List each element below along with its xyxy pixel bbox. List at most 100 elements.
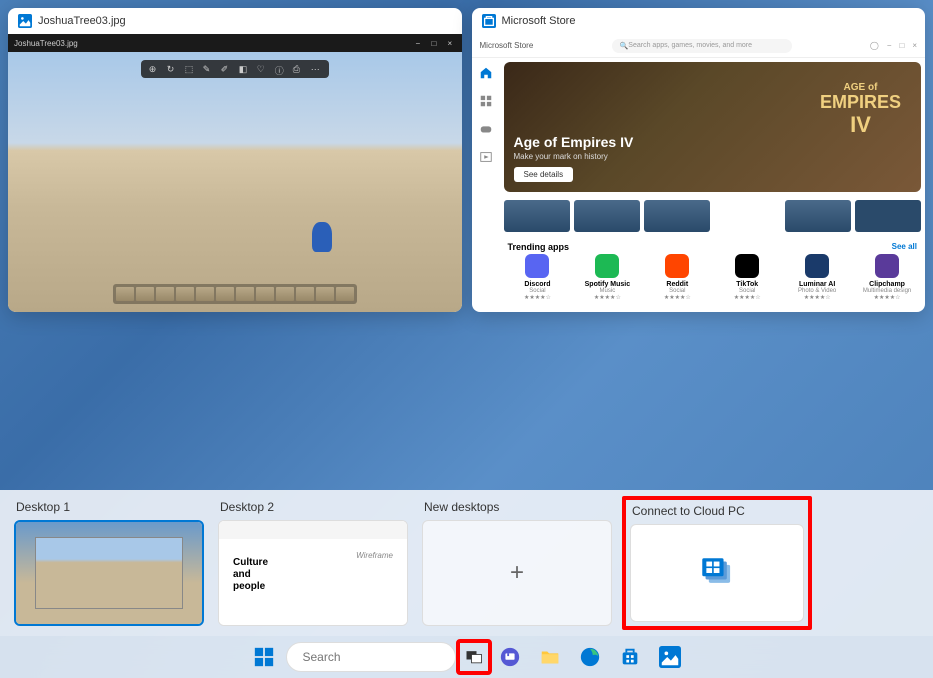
app-name: Discord (506, 281, 570, 288)
user-icon[interactable]: ◯ (870, 41, 879, 50)
photos-toolbar: ⊕ ↻ ⬚ ✎ ✐ ◧ ♡ ⓘ ⎙ ⋯ (141, 60, 329, 78)
taskbar-search[interactable] (286, 642, 456, 672)
featured-tile[interactable] (714, 200, 780, 232)
featured-tile[interactable] (644, 200, 710, 232)
app-card[interactable]: Clipchamp Multimedia design ★★★★☆ (855, 254, 919, 301)
trending-header: Trending apps See all (500, 236, 926, 254)
plus-icon: + (510, 559, 524, 587)
photos-button[interactable] (652, 639, 688, 675)
app-icon (665, 254, 689, 278)
store-featured-row (500, 196, 926, 236)
virtual-desktop: Desktop 2 WireframeCultureandpeople (218, 500, 408, 626)
hero-title: Age of Empires IV (514, 134, 634, 150)
search-input[interactable] (303, 650, 458, 664)
nav-gaming[interactable] (478, 122, 494, 138)
chat-button[interactable] (492, 639, 528, 675)
desktop-thumbnail[interactable] (630, 524, 804, 622)
store-sidebar (472, 58, 500, 312)
minimize-icon[interactable]: − (887, 41, 892, 50)
window-title-text: JoshuaTree03.jpg (38, 15, 126, 27)
hero-subtitle: Make your mark on history (514, 152, 634, 161)
more-icon[interactable]: ⋯ (311, 64, 321, 74)
app-icon (735, 254, 759, 278)
connect-cloud-pc: Connect to Cloud PC (622, 496, 812, 630)
desktop-thumbnail[interactable] (14, 520, 204, 626)
featured-tile[interactable] (574, 200, 640, 232)
hero-details-button[interactable]: See details (514, 167, 574, 182)
app-icon (805, 254, 829, 278)
app-rating: ★★★★☆ (855, 294, 919, 301)
maximize-icon[interactable]: □ (899, 41, 904, 50)
rotate-icon[interactable]: ↻ (167, 64, 177, 74)
store-main: Age of Empires IV Make your mark on hist… (500, 58, 926, 312)
close-icon[interactable]: × (448, 39, 456, 47)
featured-tile[interactable] (504, 200, 570, 232)
app-name: Clipchamp (855, 281, 919, 288)
store-search[interactable]: 🔍 Search apps, games, movies, and more (612, 39, 792, 53)
desktop-label: Desktop 1 (14, 500, 204, 514)
app-rating: ★★★★☆ (506, 294, 570, 301)
app-name: Spotify Music (575, 281, 639, 288)
virtual-desktops-strip: Desktop 1 Desktop 2 WireframeCultureandpeo… (0, 490, 933, 636)
store-search-placeholder: Search apps, games, movies, and more (628, 42, 752, 49)
app-card[interactable]: Spotify Music Music ★★★★☆ (575, 254, 639, 301)
window-store[interactable]: Microsoft Store Microsoft Store 🔍 Search… (472, 8, 926, 312)
app-card[interactable]: Reddit Social ★★★★☆ (645, 254, 709, 301)
store-app-icon (482, 14, 496, 28)
draw-icon[interactable]: ✐ (221, 64, 231, 74)
nav-apps[interactable] (478, 94, 494, 110)
task-view-button[interactable] (456, 639, 492, 675)
nav-movies[interactable] (478, 150, 494, 166)
section-title: Trending apps (508, 242, 570, 252)
cloud-pc-icon (697, 555, 737, 591)
see-all-link[interactable]: See all (892, 242, 917, 252)
info-icon[interactable]: ⓘ (275, 64, 285, 74)
app-rating: ★★★★☆ (645, 294, 709, 301)
photos-app-icon (18, 14, 32, 28)
window-photos[interactable]: JoshuaTree03.jpg JoshuaTree03.jpg − □ × … (8, 8, 462, 312)
app-rating: ★★★★☆ (575, 294, 639, 301)
app-rating: ★★★★☆ (715, 294, 779, 301)
trending-apps: Discord Social ★★★★☆ Spotify Music Music… (500, 254, 926, 301)
favorite-icon[interactable]: ♡ (257, 64, 267, 74)
print-icon[interactable]: ⎙ (293, 64, 303, 74)
app-card[interactable]: Discord Social ★★★★☆ (506, 254, 570, 301)
store-hero[interactable]: Age of Empires IV Make your mark on hist… (504, 62, 922, 192)
zoom-icon[interactable]: ⊕ (149, 64, 159, 74)
nav-home[interactable] (478, 66, 494, 82)
start-button[interactable] (246, 639, 282, 675)
app-icon (525, 254, 549, 278)
app-name: Reddit (645, 281, 709, 288)
crop-icon[interactable]: ⬚ (185, 64, 195, 74)
photo-subject (312, 222, 332, 252)
desktop-thumbnail[interactable]: WireframeCultureandpeople (218, 520, 408, 626)
maximize-icon[interactable]: □ (432, 39, 440, 47)
store-header-title: Microsoft Store (480, 41, 534, 50)
app-card[interactable]: TikTok Social ★★★★☆ (715, 254, 779, 301)
edge-button[interactable] (572, 639, 608, 675)
new-desktop: New desktops+ (422, 500, 612, 626)
edit-icon[interactable]: ✎ (203, 64, 213, 74)
app-icon (875, 254, 899, 278)
photos-titlebar: JoshuaTree03.jpg − □ × (8, 34, 462, 52)
search-icon: 🔍 (620, 42, 629, 50)
close-icon[interactable]: × (912, 41, 917, 50)
featured-tile[interactable] (785, 200, 851, 232)
desktop-label: Desktop 2 (218, 500, 408, 514)
minimize-icon[interactable]: − (416, 39, 424, 47)
filmstrip[interactable] (113, 284, 357, 304)
store-button[interactable] (612, 639, 648, 675)
file-explorer-button[interactable] (532, 639, 568, 675)
store-header: Microsoft Store 🔍 Search apps, games, mo… (472, 34, 926, 58)
app-card[interactable]: Luminar AI Photo & Video ★★★★☆ (785, 254, 849, 301)
app-name: Luminar AI (785, 281, 849, 288)
window-title-text: Microsoft Store (502, 15, 576, 27)
virtual-desktop: Desktop 1 (14, 500, 204, 626)
desktop-thumbnail[interactable]: + (422, 520, 612, 626)
app-icon (595, 254, 619, 278)
effects-icon[interactable]: ◧ (239, 64, 249, 74)
window-title-bar: Microsoft Store (472, 8, 926, 34)
task-view-windows: JoshuaTree03.jpg JoshuaTree03.jpg − □ × … (0, 0, 933, 320)
photos-filename: JoshuaTree03.jpg (14, 39, 78, 48)
featured-tile[interactable] (855, 200, 921, 232)
